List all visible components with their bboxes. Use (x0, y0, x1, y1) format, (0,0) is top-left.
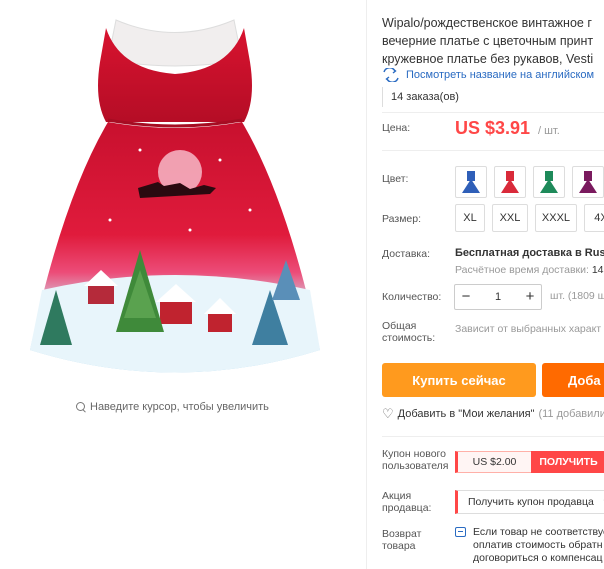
product-title-line: вечерние платье с цветочным принт (382, 34, 594, 48)
add-to-wishlist-link[interactable]: ♡ Добавить в "Мои желания" (11 добавили (382, 406, 604, 421)
zoom-hint: Наведите курсор, чтобы увеличить (76, 401, 269, 413)
delivery-time-label: Расчётное время доставки: (455, 264, 589, 276)
divider (366, 0, 367, 569)
returns-line: оплатив стоимость обратн (473, 539, 603, 551)
stock-available: шт. (1809 ш (550, 290, 604, 302)
color-label: Цвет: (382, 173, 409, 185)
product-details: Wipalo/рождественское винтажное г вечерн… (382, 0, 604, 569)
product-image[interactable] (20, 0, 330, 390)
total-label: Общая стоимость: (382, 320, 435, 344)
returns-line: Если товар не соответствует (473, 526, 604, 538)
delivery-time-value: 14 (591, 264, 604, 276)
returns-label-line: Возврат (382, 528, 422, 540)
price-value: US $3.91 (455, 118, 531, 138)
color-swatch-red[interactable] (494, 166, 526, 198)
buy-now-button[interactable]: Купить сейчас (382, 363, 536, 397)
size-option-xxxl[interactable]: XXXL (535, 204, 577, 232)
quantity-stepper: − 1 + (454, 284, 542, 310)
total-label-line: Общая (382, 320, 417, 332)
seller-promo-label: Акция продавца: (382, 490, 431, 514)
total-label-line: стоимость: (382, 332, 436, 344)
divider (382, 436, 604, 437)
new-user-coupon: US $2.00 ПОЛУЧИТЬ (455, 451, 604, 473)
wishlist-text[interactable]: Добавить в "Мои желания" (398, 408, 535, 420)
product-gallery: Наведите курсор, чтобы увеличить (0, 0, 366, 569)
size-label: Размер: (382, 213, 422, 225)
orders-count: 14 заказа(ов) (382, 87, 459, 107)
total-value: Зависит от выбранных характ (455, 323, 602, 335)
returns-policy: Если товар не соответствует оплатив стои… (455, 526, 604, 565)
divider (382, 112, 604, 113)
quantity-input[interactable]: 1 (477, 291, 519, 303)
translate-icon (383, 68, 399, 82)
coupon-label-line: пользователя (382, 460, 449, 472)
translate-title-link[interactable]: Посмотреть название на английском (382, 68, 594, 82)
heart-icon: ♡ (382, 406, 394, 421)
size-option-xxl[interactable]: XXL (492, 204, 528, 232)
size-option-4xl[interactable]: 4XL (584, 204, 604, 232)
dress-skirt-icon (540, 179, 558, 193)
shipping-value[interactable]: Бесплатная доставка в Russi (455, 247, 604, 259)
quantity-decrease-button[interactable]: − (455, 286, 477, 308)
dress-skirt-icon (501, 179, 519, 193)
color-swatch-green[interactable] (533, 166, 565, 198)
product-title-line: кружевное платье без рукавов, Vesti (382, 52, 594, 66)
dress-skirt-icon (462, 179, 480, 193)
returns-label-line: товара (382, 540, 416, 552)
returns-label: Возврат товара (382, 528, 421, 552)
seller-coupon-text: Получить купон продавца (468, 496, 594, 508)
get-coupon-button[interactable]: ПОЛУЧИТЬ (531, 451, 604, 473)
color-swatch-purple[interactable] (572, 166, 604, 198)
return-policy-icon (455, 527, 466, 537)
wishlist-count: (11 добавили (538, 408, 604, 420)
price-label: Цена: (382, 122, 411, 134)
coupon-amount: US $2.00 (455, 451, 531, 473)
color-swatch-blue[interactable] (455, 166, 487, 198)
quantity-label: Количество: (382, 291, 442, 303)
size-option-xl[interactable]: XL (455, 204, 485, 232)
zoom-hint-text: Наведите курсор, чтобы увеличить (90, 401, 269, 413)
new-user-coupon-label: Купон нового пользователя (382, 448, 449, 472)
seller-coupon-dropdown[interactable]: Получить купон продавца ▼ (455, 490, 604, 514)
magnifier-icon (76, 402, 86, 412)
returns-line: договориться о компенсац (473, 552, 603, 564)
product-title: Wipalo/рождественское винтажное г вечерн… (382, 14, 593, 68)
divider (382, 150, 604, 151)
shipping-label: Доставка: (382, 248, 431, 260)
promo-label-line: Акция (382, 490, 412, 502)
dress-skirt-icon (579, 179, 597, 193)
product-title-line: Wipalo/рождественское винтажное г (382, 16, 592, 30)
coupon-label-line: Купон нового (382, 448, 446, 460)
quantity-increase-button[interactable]: + (519, 286, 541, 308)
translate-link-text[interactable]: Посмотреть название на английском (406, 69, 594, 81)
add-to-cart-button[interactable]: Доба (542, 363, 604, 397)
delivery-time: Расчётное время доставки: 14 (455, 264, 604, 276)
promo-label-line: продавца: (382, 502, 432, 514)
price-unit: / шт. (538, 125, 560, 137)
